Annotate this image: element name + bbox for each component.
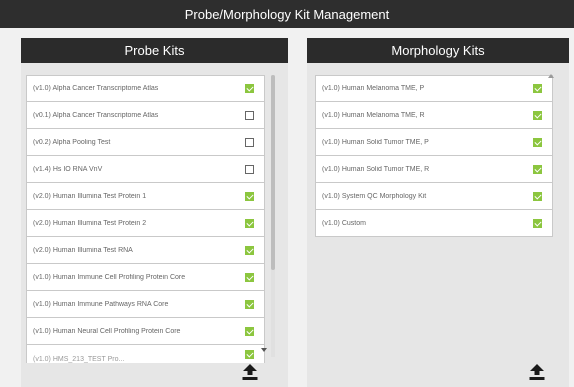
probe-kits-header: Probe Kits <box>21 38 288 63</box>
list-item[interactable]: (v1.4) Hs IO RNA VnV <box>26 156 265 183</box>
upload-icon <box>242 364 258 380</box>
list-item[interactable]: (v1.0) Human Melanoma TME, R <box>315 102 553 129</box>
checkbox-icon[interactable] <box>245 191 254 201</box>
list-item-label: (v1.0) Human Solid Tumor TME, R <box>322 165 430 173</box>
list-item-label: (v2.0) Human Illumina Test Protein 1 <box>33 192 147 200</box>
list-item[interactable]: (v2.0) Human Illumina Test Protein 2 <box>26 210 265 237</box>
checkbox-icon[interactable] <box>245 137 254 147</box>
list-item[interactable]: (v1.0) Human Immune Cell Profiling Prote… <box>26 264 265 291</box>
window-title: Probe/Morphology Kit Management <box>0 0 574 28</box>
checkbox-icon[interactable] <box>533 84 542 93</box>
probe-kits-panel: Probe Kits (v1.0) Alpha Cancer Transcrip… <box>21 38 288 387</box>
scroll-down-arrow-icon[interactable] <box>261 348 267 352</box>
checkbox-icon[interactable] <box>245 245 254 255</box>
list-item-label: (v1.0) Human Neural Cell Profiling Prote… <box>33 327 181 335</box>
scroll-up-arrow-icon[interactable] <box>548 74 554 78</box>
checkbox-icon[interactable] <box>245 110 254 120</box>
probe-kits-list: (v1.0) Alpha Cancer Transcriptome Atlas (… <box>26 75 265 363</box>
probe-kits-scrollbar-thumb[interactable] <box>271 75 275 270</box>
list-item-label: (v1.0) System QC Morphology Kit <box>322 192 427 200</box>
checkbox-icon[interactable] <box>245 299 254 309</box>
list-item-label: (v1.0) Custom <box>322 219 366 227</box>
checkbox-icon[interactable] <box>245 272 254 282</box>
list-item-label: (v1.0) Alpha Cancer Transcriptome Atlas <box>33 85 159 92</box>
list-item[interactable]: (v0.2) Alpha Pooling Test <box>26 129 265 156</box>
checkbox-icon[interactable] <box>533 218 542 228</box>
list-item[interactable]: (v1.0) Human Solid Tumor TME, P <box>315 129 553 156</box>
morphology-kits-upload-button[interactable] <box>527 362 547 382</box>
checkbox-icon[interactable] <box>533 137 542 147</box>
list-item[interactable]: (v1.0) Human Neural Cell Profiling Prote… <box>26 318 265 345</box>
checkbox-icon[interactable] <box>533 191 542 201</box>
list-item[interactable]: (v2.0) Human Illumina Test RNA <box>26 237 265 264</box>
list-item-label: (v0.2) Alpha Pooling Test <box>33 138 111 146</box>
probe-kits-scrollbar[interactable] <box>271 75 275 357</box>
morphology-kits-panel: Morphology Kits (v1.0) Human Melanoma TM… <box>307 38 569 387</box>
list-item[interactable]: (v1.0) Human Melanoma TME, P <box>315 75 553 102</box>
list-item-label: (v1.0) Human Immune Cell Profiling Prote… <box>33 273 186 281</box>
list-item-label: (v1.0) Human Immune Pathways RNA Core <box>33 300 169 308</box>
checkbox-icon[interactable] <box>245 218 254 228</box>
probe-kits-upload-button[interactable] <box>240 362 260 382</box>
checkbox-icon[interactable] <box>245 164 254 174</box>
checkbox-icon[interactable] <box>533 164 542 174</box>
checkbox-icon[interactable] <box>245 326 254 336</box>
list-item[interactable]: (v1.0) System QC Morphology Kit <box>315 183 553 210</box>
list-item-label: (v1.0) Human Melanoma TME, P <box>322 85 425 92</box>
list-item-label: (v1.0) HMS_213_TEST Pro... <box>33 355 125 363</box>
list-item[interactable]: (v1.0) HMS_213_TEST Pro... <box>26 345 265 363</box>
morphology-kits-list: (v1.0) Human Melanoma TME, P (v1.0) Human… <box>315 75 553 237</box>
list-item-label: (v0.1) Alpha Cancer Transcriptome Atlas <box>33 111 159 119</box>
list-item-label: (v1.0) Human Solid Tumor TME, P <box>322 138 429 146</box>
list-item-label: (v1.4) Hs IO RNA VnV <box>33 165 103 173</box>
list-item-label: (v2.0) Human Illumina Test RNA <box>33 246 133 254</box>
checkbox-icon[interactable] <box>533 110 542 120</box>
morphology-kits-header: Morphology Kits <box>307 38 569 63</box>
checkbox-icon[interactable] <box>245 349 254 359</box>
list-item-label: (v1.0) Human Melanoma TME, R <box>322 111 425 119</box>
checkbox-icon[interactable] <box>245 84 254 93</box>
list-item[interactable]: (v2.0) Human Illumina Test Protein 1 <box>26 183 265 210</box>
list-item[interactable]: (v1.0) Alpha Cancer Transcriptome Atlas <box>26 75 265 102</box>
list-item-label: (v2.0) Human Illumina Test Protein 2 <box>33 219 147 227</box>
list-item[interactable]: (v1.0) Human Solid Tumor TME, R <box>315 156 553 183</box>
list-item[interactable]: (v1.0) Human Immune Pathways RNA Core <box>26 291 265 318</box>
list-item[interactable]: (v0.1) Alpha Cancer Transcriptome Atlas <box>26 102 265 129</box>
list-item[interactable]: (v1.0) Custom <box>315 210 553 237</box>
upload-icon <box>529 364 545 380</box>
